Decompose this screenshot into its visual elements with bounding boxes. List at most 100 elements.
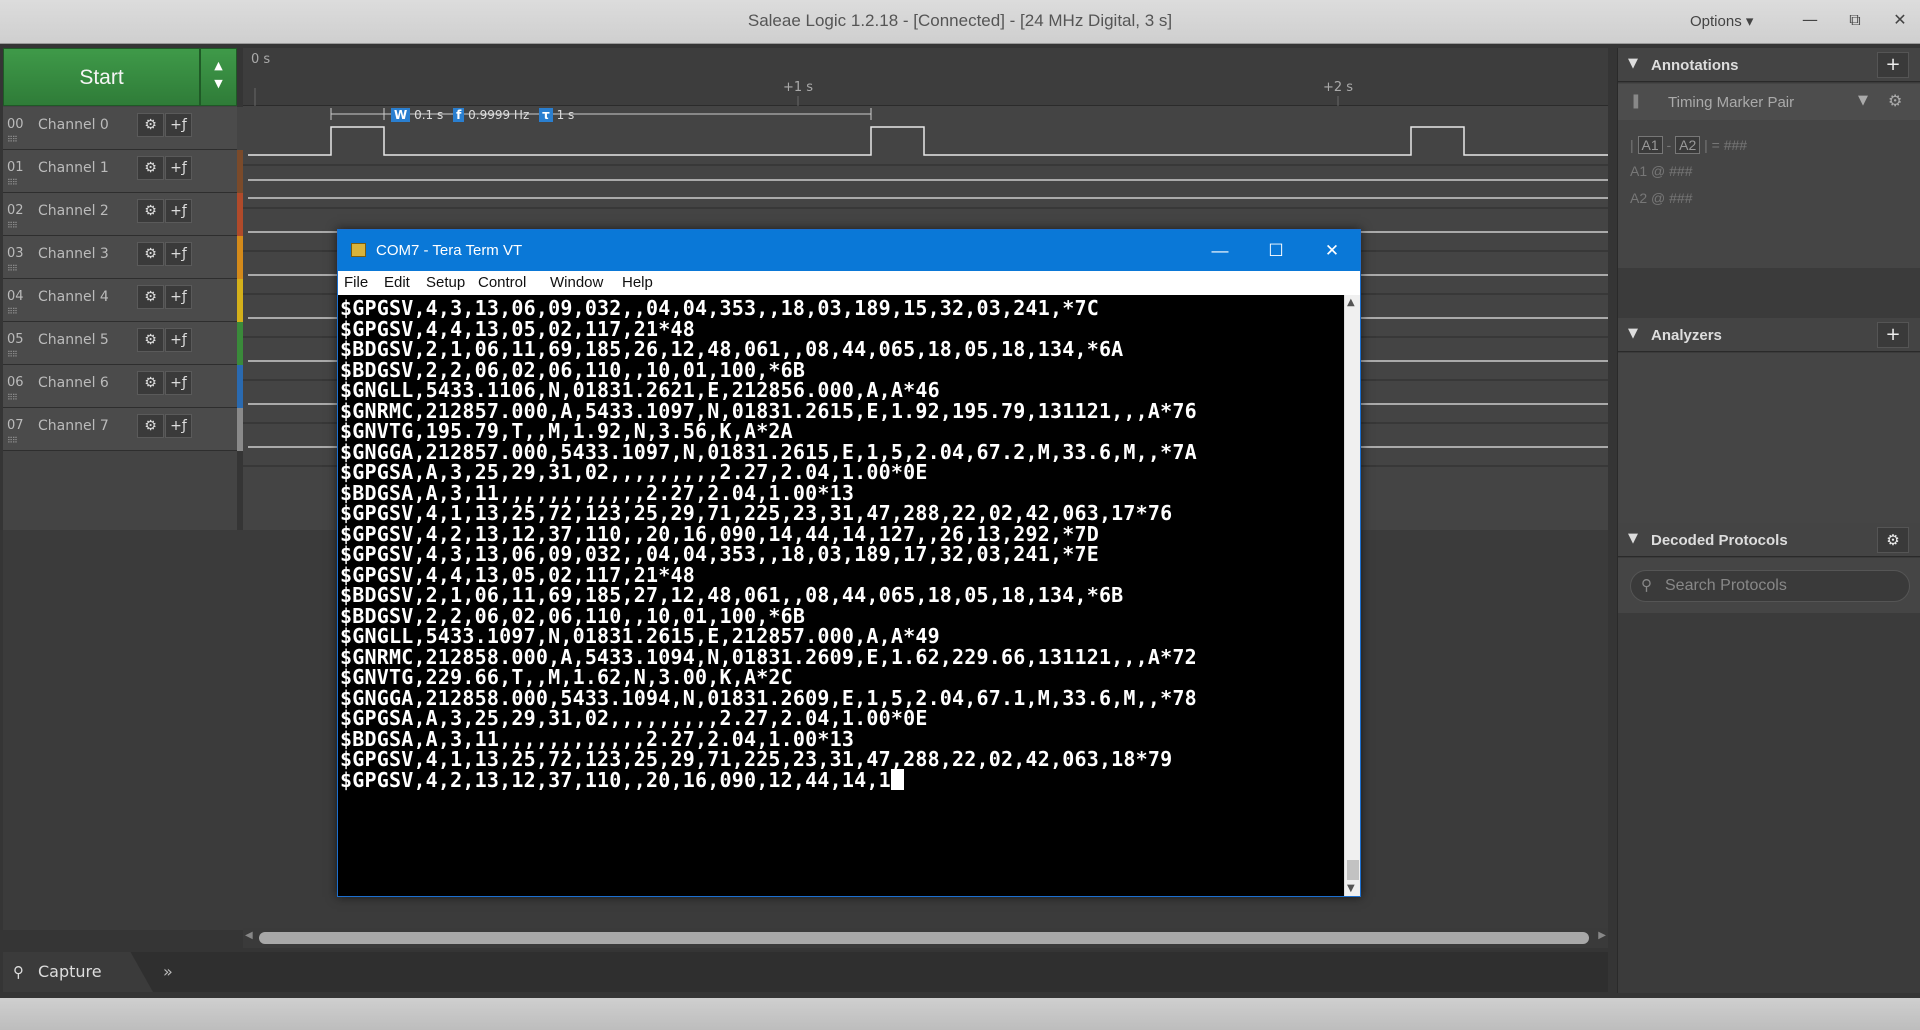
decoded-protocols-header[interactable]: ▼ Decoded Protocols ⚙ [1618, 523, 1920, 557]
channel-trigger-icon[interactable]: +ƒ [165, 156, 192, 180]
drag-handle-icon[interactable]: ⠿⠿ [7, 436, 18, 445]
analyzers-header[interactable]: ▼ Analyzers + [1618, 318, 1920, 352]
marker-a1-row: A1 @ ### [1630, 163, 1693, 179]
drag-handle-icon[interactable]: ⠿⠿ [7, 221, 18, 230]
horizontal-scrollbar[interactable]: ◀ ▶ [243, 928, 1608, 948]
teraterm-close-button[interactable]: ✕ [1304, 230, 1360, 271]
chevron-down-icon[interactable]: ▼ [1858, 93, 1868, 108]
period-tag: τ [539, 108, 553, 122]
search-protocols-input[interactable]: ⚲ Search Protocols [1630, 570, 1910, 602]
drag-handle-icon[interactable]: ⠿⠿ [7, 350, 18, 359]
channel-row-7[interactable]: 07 ⠿⠿ Channel 7 ⚙ +ƒ [3, 408, 243, 451]
menu-setup[interactable]: Setup [426, 274, 465, 291]
channel-trigger-icon[interactable]: +ƒ [165, 328, 192, 352]
menu-control[interactable]: Control [478, 274, 526, 291]
teraterm-maximize-button[interactable]: ☐ [1248, 230, 1304, 271]
teraterm-minimize-button[interactable]: — [1192, 230, 1248, 271]
right-panel: ▼ Annotations + ❚ Timing Marker Pair ▼ ⚙… [1617, 48, 1920, 993]
channel-settings-gear-icon[interactable]: ⚙ [137, 113, 164, 137]
channel-trigger-icon[interactable]: +ƒ [165, 285, 192, 309]
teraterm-logo-icon [351, 243, 366, 257]
add-annotation-button[interactable]: + [1877, 52, 1909, 78]
channel-settings-gear-icon[interactable]: ⚙ [137, 242, 164, 266]
timing-marker-pair-row[interactable]: ❚ Timing Marker Pair ▼ ⚙ [1618, 84, 1920, 120]
channel-number: 01 [7, 160, 24, 175]
scrollbar-thumb[interactable] [259, 932, 1589, 944]
drag-handle-icon[interactable]: ⠿⠿ [7, 135, 18, 144]
scroll-left-icon[interactable]: ◀ [245, 930, 253, 941]
decoded-protocols-gear-button[interactable]: ⚙ [1877, 527, 1909, 553]
channel-row-0[interactable]: 00 ⠿⠿ Channel 0 ⚙ +ƒ [3, 107, 243, 150]
analyzers-body [1618, 353, 1920, 523]
drag-handle-icon[interactable]: ⠿⠿ [7, 178, 18, 187]
period-value: 1 s [556, 108, 575, 122]
marker-a1-tag[interactable]: A1 [1637, 136, 1663, 154]
teraterm-title-bar[interactable]: COM7 - Tera Term VT — ☐ ✕ [338, 230, 1360, 271]
channel-settings-gear-icon[interactable]: ⚙ [137, 285, 164, 309]
marker-a2-tag[interactable]: A2 [1675, 136, 1701, 154]
scroll-down-icon[interactable]: ▼ [1347, 883, 1355, 894]
drag-handle-icon[interactable]: ⠿⠿ [7, 264, 18, 273]
channel-row-2[interactable]: 02 ⠿⠿ Channel 2 ⚙ +ƒ [3, 193, 243, 236]
channel-settings-gear-icon[interactable]: ⚙ [137, 156, 164, 180]
terminal-line-text: $GPGSV,4,2,13,12,37,110,,20,16,090,12,44… [340, 767, 891, 792]
add-analyzer-button[interactable]: + [1877, 322, 1909, 348]
teraterm-window[interactable]: COM7 - Tera Term VT — ☐ ✕ File Edit Setu… [337, 229, 1361, 897]
gear-icon[interactable]: ⚙ [1888, 91, 1902, 110]
minimize-button[interactable]: — [1795, 6, 1825, 34]
channel-row-4[interactable]: 04 ⠿⠿ Channel 4 ⚙ +ƒ [3, 279, 243, 322]
scroll-right-icon[interactable]: ▶ [1598, 930, 1606, 941]
menu-edit[interactable]: Edit [384, 274, 410, 291]
start-options-arrows[interactable]: ▲ ▼ [200, 48, 237, 106]
drag-handle-icon[interactable]: ⠿⠿ [7, 393, 18, 402]
channel-name[interactable]: Channel 7 [38, 418, 109, 434]
channel-trigger-icon[interactable]: +ƒ [165, 414, 192, 438]
channel-row-5[interactable]: 05 ⠿⠿ Channel 5 ⚙ +ƒ [3, 322, 243, 365]
more-tabs-button[interactable]: » [163, 962, 173, 981]
collapse-triangle-icon[interactable]: ▼ [1628, 531, 1638, 546]
channel-name[interactable]: Channel 6 [38, 375, 109, 391]
channel-name[interactable]: Channel 0 [38, 117, 109, 133]
drag-handle-icon[interactable]: ⠿⠿ [7, 307, 18, 316]
channel-settings-gear-icon[interactable]: ⚙ [137, 199, 164, 223]
channel-name[interactable]: Channel 3 [38, 246, 109, 262]
terminal-scrollbar-thumb[interactable] [1347, 860, 1359, 880]
channel-number: 02 [7, 203, 24, 218]
channel-number: 05 [7, 332, 24, 347]
menu-window[interactable]: Window [550, 274, 603, 291]
channel-settings-gear-icon[interactable]: ⚙ [137, 414, 164, 438]
channel-name[interactable]: Channel 5 [38, 332, 109, 348]
channel-trigger-icon[interactable]: +ƒ [165, 199, 192, 223]
menu-help[interactable]: Help [622, 274, 653, 291]
channel-name[interactable]: Channel 1 [38, 160, 109, 176]
search-placeholder: Search Protocols [1665, 577, 1787, 594]
restore-button[interactable]: ⧉ [1840, 6, 1870, 34]
terminal-vertical-scrollbar[interactable]: ▲ ▼ [1344, 295, 1360, 896]
collapse-triangle-icon[interactable]: ▼ [1628, 56, 1638, 71]
collapse-triangle-icon[interactable]: ▼ [1628, 326, 1638, 341]
channel-row-6[interactable]: 06 ⠿⠿ Channel 6 ⚙ +ƒ [3, 365, 243, 408]
channel-settings-gear-icon[interactable]: ⚙ [137, 371, 164, 395]
channel-trigger-icon[interactable]: +ƒ [165, 242, 192, 266]
saleae-logic-app: Saleae Logic 1.2.18 - [Connected] - [24 … [0, 0, 1920, 1030]
terminal-line: $GPGSV,4,2,13,12,37,110,,20,16,090,12,44… [340, 768, 904, 793]
terminal-output[interactable]: $GPGSV,4,3,13,06,09,032,,04,04,353,,18,0… [338, 295, 1344, 896]
channel-name[interactable]: Channel 2 [38, 203, 109, 219]
channel-row-1[interactable]: 01 ⠿⠿ Channel 1 ⚙ +ƒ [3, 150, 243, 193]
channel-settings-gear-icon[interactable]: ⚙ [137, 328, 164, 352]
channel-row-3[interactable]: 03 ⠿⠿ Channel 3 ⚙ +ƒ [3, 236, 243, 279]
analyzers-title: Analyzers [1651, 327, 1722, 344]
tab-capture[interactable]: ⚲ Capture [3, 952, 153, 992]
timing-marker-label: Timing Marker Pair [1668, 94, 1795, 111]
close-button[interactable]: ✕ [1885, 6, 1915, 34]
options-menu[interactable]: Options ▾ [1690, 12, 1753, 30]
annotations-header[interactable]: ▼ Annotations + [1618, 48, 1920, 82]
menu-file[interactable]: File [344, 274, 368, 291]
width-value: 0.1 s [414, 108, 444, 122]
scroll-up-icon[interactable]: ▲ [1347, 297, 1355, 308]
channel-trigger-icon[interactable]: +ƒ [165, 371, 192, 395]
channel-name[interactable]: Channel 4 [38, 289, 109, 305]
capture-icon: ⚲ [13, 963, 24, 981]
start-button[interactable]: Start [3, 48, 200, 106]
channel-trigger-icon[interactable]: +ƒ [165, 113, 192, 137]
